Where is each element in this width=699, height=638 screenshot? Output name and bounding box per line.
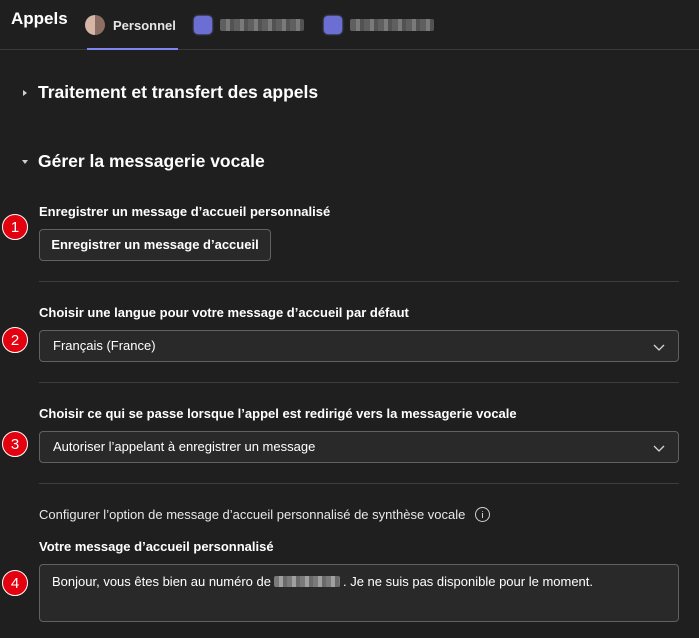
chevron-right-icon [23,89,27,96]
chevron-down-icon [653,445,665,452]
tab-selected-indicator [87,48,178,50]
language-select[interactable]: Français (France) [39,330,679,362]
language-label: Choisir une langue pour votre message d’… [39,305,409,320]
section-title: Traitement et transfert des appels [38,82,319,102]
annotation-marker-1: 1 [2,214,28,240]
header: Appels Personnel [0,0,699,50]
tab-account-2[interactable] [194,0,304,50]
redirect-behavior-select[interactable]: Autoriser l’appelant à enregistrer un me… [39,431,679,463]
chevron-down-icon [22,159,28,164]
annotation-marker-2: 2 [2,327,28,353]
tts-option-text: Configurer l’option de message d’accueil… [39,507,466,522]
tab-label: Personnel [113,17,176,33]
redirect-behavior-value: Autoriser l’appelant à enregistrer un me… [53,439,316,454]
record-greeting-button[interactable]: Enregistrer un message d’accueil [39,229,271,261]
avatar [194,16,212,34]
custom-greeting-textarea[interactable]: Bonjour, vous êtes bien au numéro de . Je… [39,564,679,622]
page-title: Appels [11,9,68,28]
greeting-text-start: Bonjour, vous êtes bien au numéro de [52,574,271,589]
section-call-handling-toggle[interactable]: Traitement et transfert des appels [18,82,318,103]
tab-account-3[interactable] [324,0,434,50]
greeting-text-end: . Je ne suis pas disponible pour le mome… [342,574,594,589]
avatar [85,15,105,35]
redacted-tab-label [350,19,434,31]
info-icon[interactable] [475,507,490,522]
redacted-name [273,576,340,587]
tab-personnel[interactable]: Personnel [85,0,178,50]
divider [39,483,679,484]
annotation-marker-4: 4 [2,570,28,596]
section-title: Gérer la messagerie vocale [38,151,265,171]
section-voicemail-toggle[interactable]: Gérer la messagerie vocale [18,151,265,172]
tts-option-label: Configurer l’option de message d’accueil… [39,507,490,522]
chevron-down-icon [653,344,665,351]
custom-greeting-label: Votre message d’accueil personnalisé [39,539,274,554]
redacted-tab-label [220,19,304,31]
record-greeting-label: Enregistrer un message d’accueil personn… [39,204,331,219]
divider [39,281,679,282]
redirect-behavior-label: Choisir ce qui se passe lorsque l’appel … [39,406,517,421]
avatar [324,16,342,34]
divider [39,382,679,383]
language-select-value: Français (France) [53,338,156,353]
annotation-marker-3: 3 [2,431,28,457]
